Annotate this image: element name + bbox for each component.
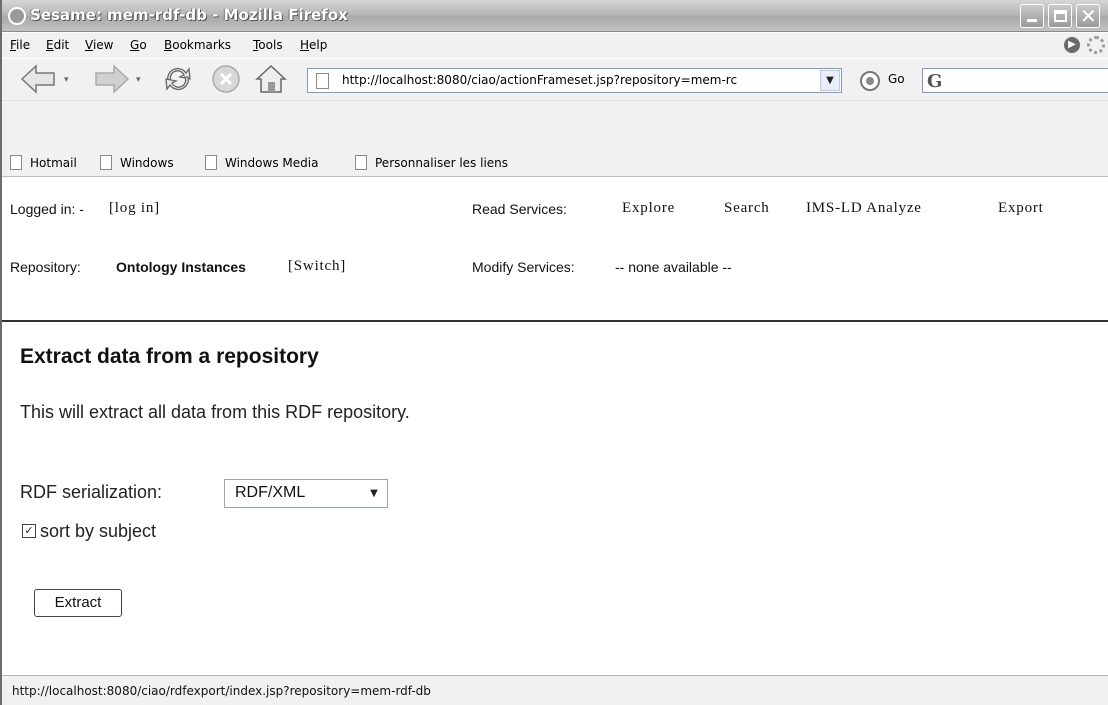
page-icon: [100, 155, 112, 170]
header-frame: Logged in: - [log in] Repository: Ontolo…: [2, 177, 1108, 322]
page-icon: [355, 155, 367, 170]
modify-services-label: Modify Services:: [472, 259, 575, 275]
bookmark-hotmail[interactable]: Hotmail: [10, 155, 77, 170]
log-in-link[interactable]: [log in]: [109, 200, 160, 217]
close-button[interactable]: ✕: [1076, 4, 1100, 28]
go-button-icon[interactable]: [860, 71, 880, 91]
serialization-select[interactable]: RDF/XML ▼: [224, 479, 388, 508]
forward-history-dropdown-icon[interactable]: ▾: [136, 75, 141, 85]
sort-by-subject-label[interactable]: sort by subject: [40, 521, 156, 542]
home-icon[interactable]: [254, 63, 288, 95]
page-icon: [10, 155, 22, 170]
repository-name: Ontology Instances: [116, 259, 246, 275]
toolbar-spacer: [2, 101, 1108, 149]
menu-bookmarks[interactable]: Bookmarks: [164, 38, 231, 52]
maximize-icon: [1054, 10, 1067, 22]
menu-edit[interactable]: Edit: [46, 38, 69, 52]
url-bar[interactable]: http://localhost:8080/ciao/actionFramese…: [307, 68, 842, 93]
url-history-dropdown-icon[interactable]: ▼: [820, 70, 840, 91]
stop-icon[interactable]: [210, 63, 242, 95]
maximize-button[interactable]: [1048, 4, 1072, 28]
switch-repository-link[interactable]: [Switch]: [288, 258, 346, 275]
main-frame: Extract data from a repository This will…: [2, 324, 1108, 671]
menu-file[interactable]: File: [10, 38, 30, 52]
page-title: Extract data from a repository: [20, 345, 319, 368]
bookmarks-toolbar: Hotmail Windows Windows Media Personnali…: [2, 149, 1108, 177]
modify-services-value: -- none available --: [615, 259, 732, 275]
chevron-down-icon[interactable]: ▼: [365, 485, 383, 502]
bookmark-personnaliser-les-liens[interactable]: Personnaliser les liens: [355, 155, 508, 170]
read-services-label: Read Services:: [472, 201, 567, 217]
sort-by-subject-checkbox[interactable]: ✓: [22, 524, 36, 538]
intro-text: This will extract all data from this RDF…: [20, 402, 410, 422]
search-link[interactable]: Search: [724, 200, 770, 217]
menu-view[interactable]: View: [85, 38, 113, 52]
status-text: http://localhost:8080/ciao/rdfexport/ind…: [12, 684, 431, 698]
repository-label: Repository:: [10, 259, 81, 275]
forward-arrow-icon[interactable]: [92, 63, 130, 95]
status-bar: http://localhost:8080/ciao/rdfexport/ind…: [2, 675, 1108, 705]
firefox-icon: [8, 7, 26, 25]
search-engine-icon[interactable]: G: [927, 71, 942, 92]
search-box[interactable]: G: [922, 68, 1108, 93]
menu-tools[interactable]: Tools: [253, 38, 283, 52]
bookmark-windows-media[interactable]: Windows Media: [205, 155, 318, 170]
back-history-dropdown-icon[interactable]: ▾: [64, 75, 69, 85]
minimize-icon: [1027, 19, 1037, 22]
logged-in-label: Logged in: -: [10, 201, 84, 217]
go-button-label[interactable]: Go: [888, 72, 905, 86]
menu-bar: File Edit View Go Bookmarks Tools Help: [2, 33, 1108, 58]
window-title: Sesame: mem-rdf-db - Mozilla Firefox: [30, 6, 348, 24]
menu-help[interactable]: Help: [300, 38, 327, 52]
browser-window: Sesame: mem-rdf-db - Mozilla Firefox ✕ F…: [0, 0, 1108, 705]
menu-go[interactable]: Go: [130, 38, 147, 52]
throbber-icon: [1087, 36, 1105, 54]
page-content: Logged in: - [log in] Repository: Ontolo…: [2, 177, 1108, 671]
serialization-value: RDF/XML: [235, 484, 306, 501]
title-bar[interactable]: Sesame: mem-rdf-db - Mozilla Firefox ✕: [2, 0, 1108, 32]
page-icon: [316, 73, 329, 89]
menu-go-icon[interactable]: ▶: [1064, 37, 1080, 53]
navigation-toolbar: ▾ ▾ http://localhost:8080/ciao/actionFra…: [2, 59, 1108, 101]
url-text[interactable]: http://localhost:8080/ciao/actionFramese…: [342, 73, 812, 87]
export-link[interactable]: Export: [998, 200, 1044, 217]
reload-icon[interactable]: [162, 63, 194, 95]
bookmark-windows[interactable]: Windows: [100, 155, 174, 170]
extract-button[interactable]: Extract: [34, 589, 122, 617]
back-arrow-icon[interactable]: [20, 63, 58, 95]
serialization-label: RDF serialization:: [20, 482, 163, 502]
explore-link[interactable]: Explore: [622, 200, 675, 217]
close-icon: ✕: [1080, 4, 1097, 28]
page-icon: [205, 155, 217, 170]
minimize-button[interactable]: [1020, 4, 1044, 28]
ims-ld-analyze-link[interactable]: IMS-LD Analyze: [806, 200, 922, 217]
